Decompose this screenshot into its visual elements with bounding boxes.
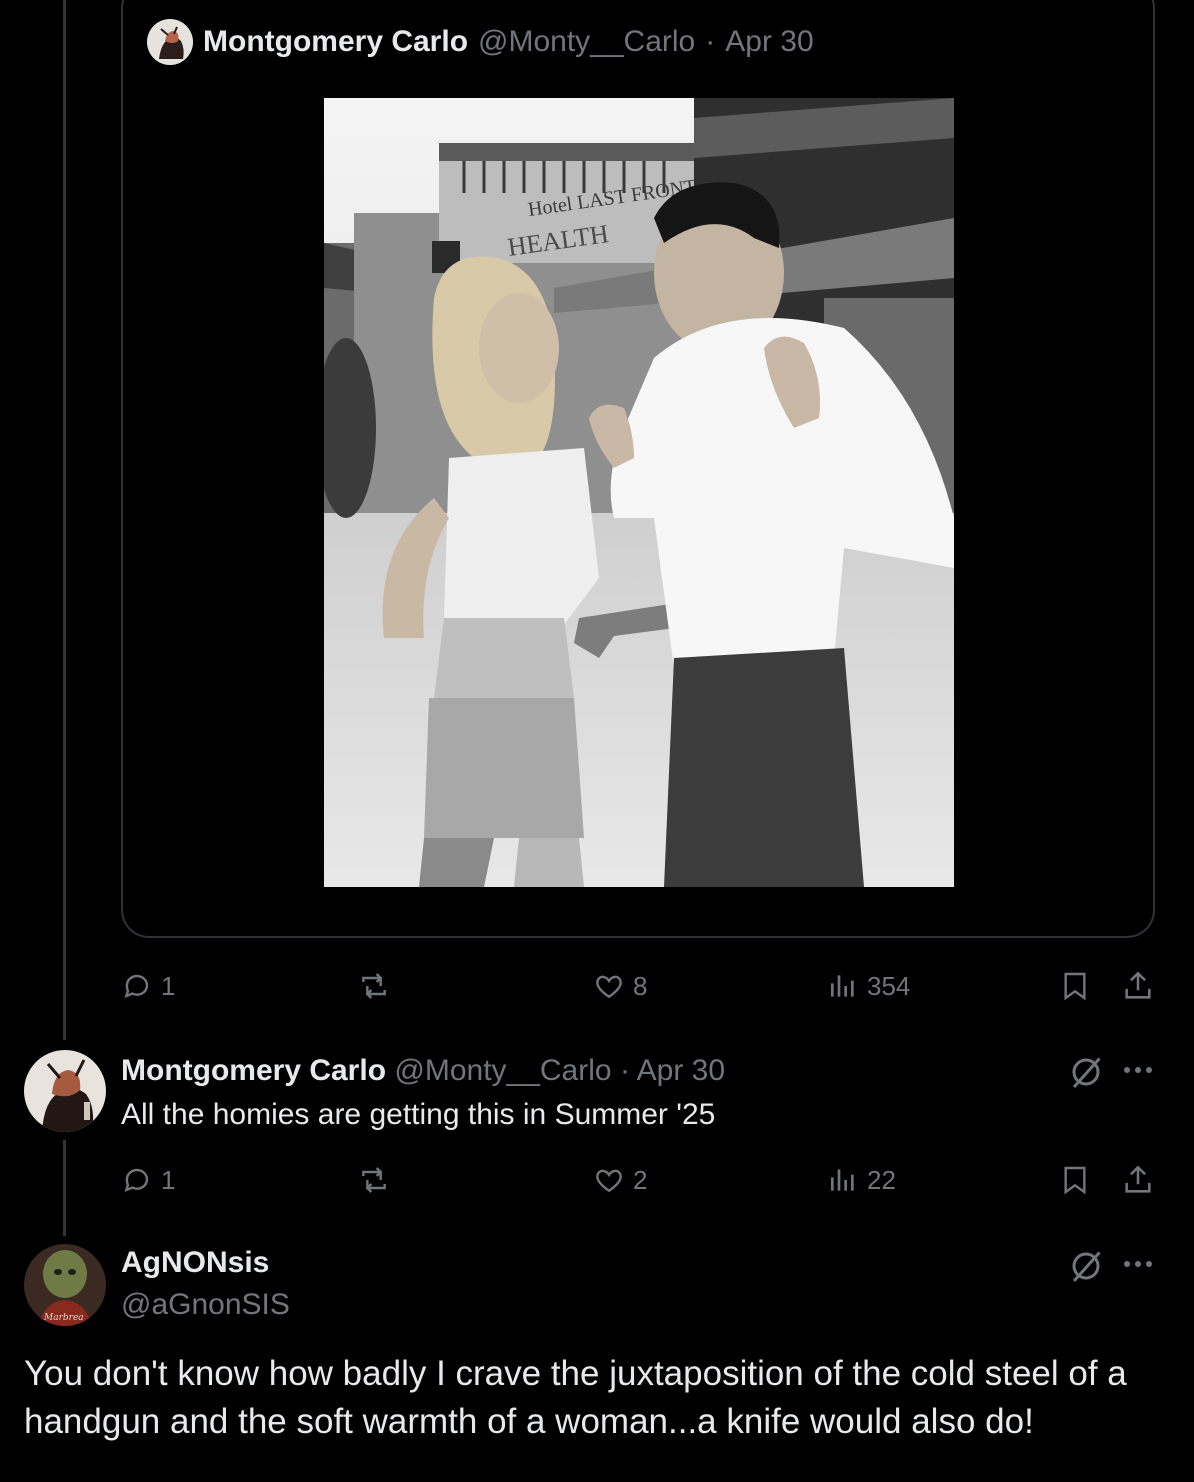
share-icon xyxy=(1125,1165,1151,1193)
focused-author-avatar[interactable]: Marbrea xyxy=(24,1244,106,1326)
share-icon xyxy=(1125,971,1151,999)
more-icon[interactable] xyxy=(1124,1064,1160,1076)
heart-icon xyxy=(596,975,622,999)
share-button[interactable] xyxy=(1121,966,1155,1006)
avatar-caption: Marbrea xyxy=(43,1313,84,1323)
quoted-author-name[interactable]: Montgomery Carlo xyxy=(203,25,468,59)
reply-count: 1 xyxy=(161,970,176,1001)
focused-author-name[interactable]: AgNONsis xyxy=(121,1246,269,1279)
reply-separator: · xyxy=(619,1054,630,1087)
main-tweet-actions: 1 8 354 xyxy=(121,966,1161,1006)
repost-icon xyxy=(362,1167,386,1193)
repost-icon xyxy=(362,973,386,999)
reply-bookmark-button[interactable] xyxy=(1059,1160,1091,1200)
quoted-author-handle[interactable]: @Monty__Carlo xyxy=(478,25,695,59)
reply-like-count: 2 xyxy=(633,1164,648,1195)
thread-line-top xyxy=(63,0,66,1040)
reply-author-avatar[interactable] xyxy=(24,1050,106,1132)
repost-button[interactable] xyxy=(356,966,400,1006)
photo-illustration: Hotel LAST FRONT HEALTH xyxy=(324,98,954,887)
reply-icon xyxy=(124,1168,149,1193)
quoted-author-avatar[interactable] xyxy=(147,19,193,65)
tweet-photo[interactable]: Hotel LAST FRONT HEALTH xyxy=(324,98,954,887)
focused-author-name-row: AgNONsis xyxy=(121,1246,269,1280)
views-count: 354 xyxy=(867,970,911,1001)
reply-actions: 1 2 22 xyxy=(121,1160,1161,1200)
quoted-date[interactable]: Apr 30 xyxy=(725,25,813,59)
reply-share-button[interactable] xyxy=(1121,1160,1155,1200)
quoted-tweet-header: Montgomery Carlo @Monty__Carlo · Apr 30 xyxy=(147,18,814,66)
reply-like-button[interactable]: 2 xyxy=(593,1160,647,1200)
like-button[interactable]: 8 xyxy=(593,966,647,1006)
reply-text: All the homies are getting this in Summe… xyxy=(121,1098,716,1131)
reply-button[interactable]: 1 xyxy=(121,966,175,1006)
bookmark-icon xyxy=(1064,1166,1086,1195)
reply-date[interactable]: Apr 30 xyxy=(637,1054,725,1087)
bookmark-button[interactable] xyxy=(1059,966,1091,1006)
reply-repost-button[interactable] xyxy=(356,1160,400,1200)
focused-tweet-text: You don't know how badly I crave the jux… xyxy=(24,1354,1127,1441)
views-icon xyxy=(831,975,854,997)
views-icon xyxy=(831,1169,854,1191)
views-button[interactable]: 354 xyxy=(827,966,910,1006)
reply-author-handle[interactable]: @Monty__Carlo xyxy=(394,1054,611,1087)
reply-icon xyxy=(124,974,149,999)
thread-page: Montgomery Carlo @Monty__Carlo · Apr 30 xyxy=(0,0,1194,1482)
heart-icon xyxy=(596,1169,622,1193)
grok-icon[interactable] xyxy=(1068,1248,1104,1284)
reply-header: Montgomery Carlo @Monty__Carlo · Apr 30 xyxy=(121,1054,725,1088)
focused-author-handle[interactable]: @aGnonSIS xyxy=(121,1288,290,1322)
thread-line-bottom xyxy=(63,1140,66,1236)
bookmark-icon xyxy=(1064,972,1086,1001)
more-icon[interactable] xyxy=(1124,1258,1160,1270)
grok-icon[interactable] xyxy=(1068,1054,1104,1090)
quoted-separator: · xyxy=(705,25,716,58)
reply-author-name[interactable]: Montgomery Carlo xyxy=(121,1054,386,1087)
like-count: 8 xyxy=(633,970,648,1001)
reply-reply-count: 1 xyxy=(161,1164,176,1195)
reply-views-button[interactable]: 22 xyxy=(827,1160,896,1200)
reply-views-count: 22 xyxy=(867,1164,896,1195)
reply-reply-button[interactable]: 1 xyxy=(121,1160,175,1200)
